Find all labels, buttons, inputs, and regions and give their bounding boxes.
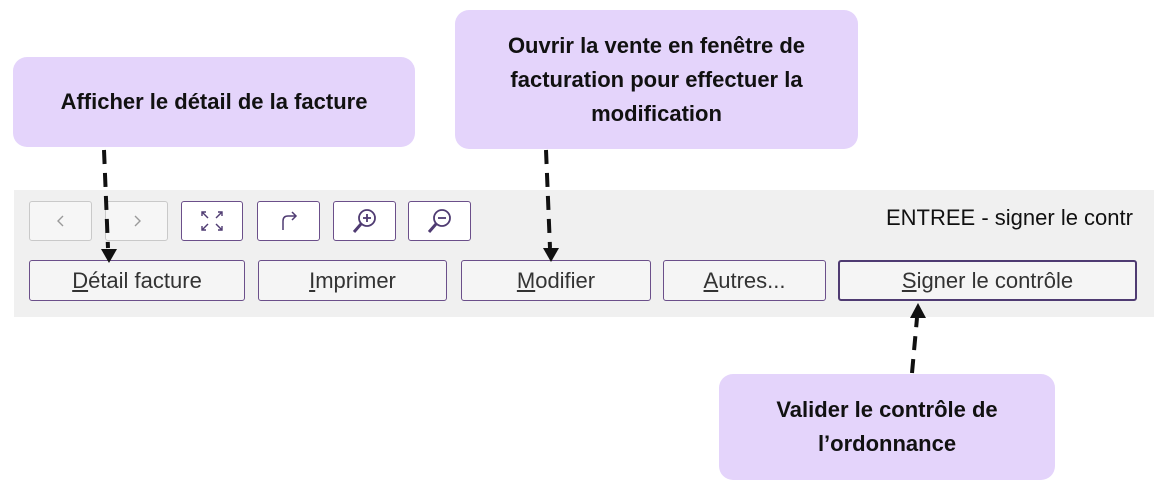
accelerator-key: S bbox=[901, 267, 917, 293]
redirect-button[interactable] bbox=[257, 201, 320, 241]
imprimer-button[interactable]: Imprimer bbox=[258, 260, 447, 301]
zoom-in-button[interactable] bbox=[333, 201, 396, 241]
callout-validate: Valider le contrôle de l’ordonnance bbox=[719, 374, 1055, 480]
button-label: mprimer bbox=[315, 267, 396, 293]
button-label: odifier bbox=[535, 267, 596, 293]
accelerator-key: D bbox=[72, 267, 89, 293]
detail-facture-button[interactable]: Détail facture bbox=[29, 260, 245, 301]
chevron-left-icon bbox=[56, 215, 63, 227]
accelerator-key: M bbox=[516, 267, 536, 293]
zoom-in-icon bbox=[352, 209, 376, 233]
callout-detail-text: Afficher le détail de la facture bbox=[60, 89, 368, 114]
previous-button[interactable] bbox=[29, 201, 92, 241]
callout-validate-line: l’ordonnance bbox=[817, 431, 957, 456]
autres-button[interactable]: Autres... bbox=[663, 260, 826, 301]
fullscreen-icon bbox=[201, 211, 223, 231]
accelerator-key: A bbox=[703, 267, 719, 293]
callout-modify-line: Ouvrir la vente en fenêtre de bbox=[507, 32, 806, 58]
arrow-to-signer bbox=[910, 317, 919, 374]
next-button[interactable] bbox=[105, 201, 168, 241]
status-text: ENTREE - signer le contr bbox=[886, 205, 1133, 230]
chevron-right-icon bbox=[134, 215, 141, 227]
button-label: utres... bbox=[718, 267, 786, 293]
fullscreen-button[interactable] bbox=[181, 201, 243, 241]
callout-modify: Ouvrir la vente en fenêtre de facturatio… bbox=[455, 10, 858, 149]
button-label: igner le contrôle bbox=[916, 267, 1074, 293]
callout-modify-line: facturation pour effectuer la bbox=[510, 66, 803, 92]
zoom-out-icon bbox=[427, 209, 451, 233]
signer-controle-button[interactable]: Signer le contrôle bbox=[838, 260, 1137, 301]
callout-modify-line: modification bbox=[591, 100, 722, 126]
callout-detail: Afficher le détail de la facture bbox=[13, 57, 415, 147]
callout-validate-line: Valider le contrôle de bbox=[776, 397, 998, 422]
redo-arrow-icon bbox=[281, 211, 297, 230]
modifier-button[interactable]: Modifier bbox=[461, 260, 651, 301]
button-label: étail facture bbox=[88, 267, 202, 293]
zoom-out-button[interactable] bbox=[408, 201, 471, 241]
